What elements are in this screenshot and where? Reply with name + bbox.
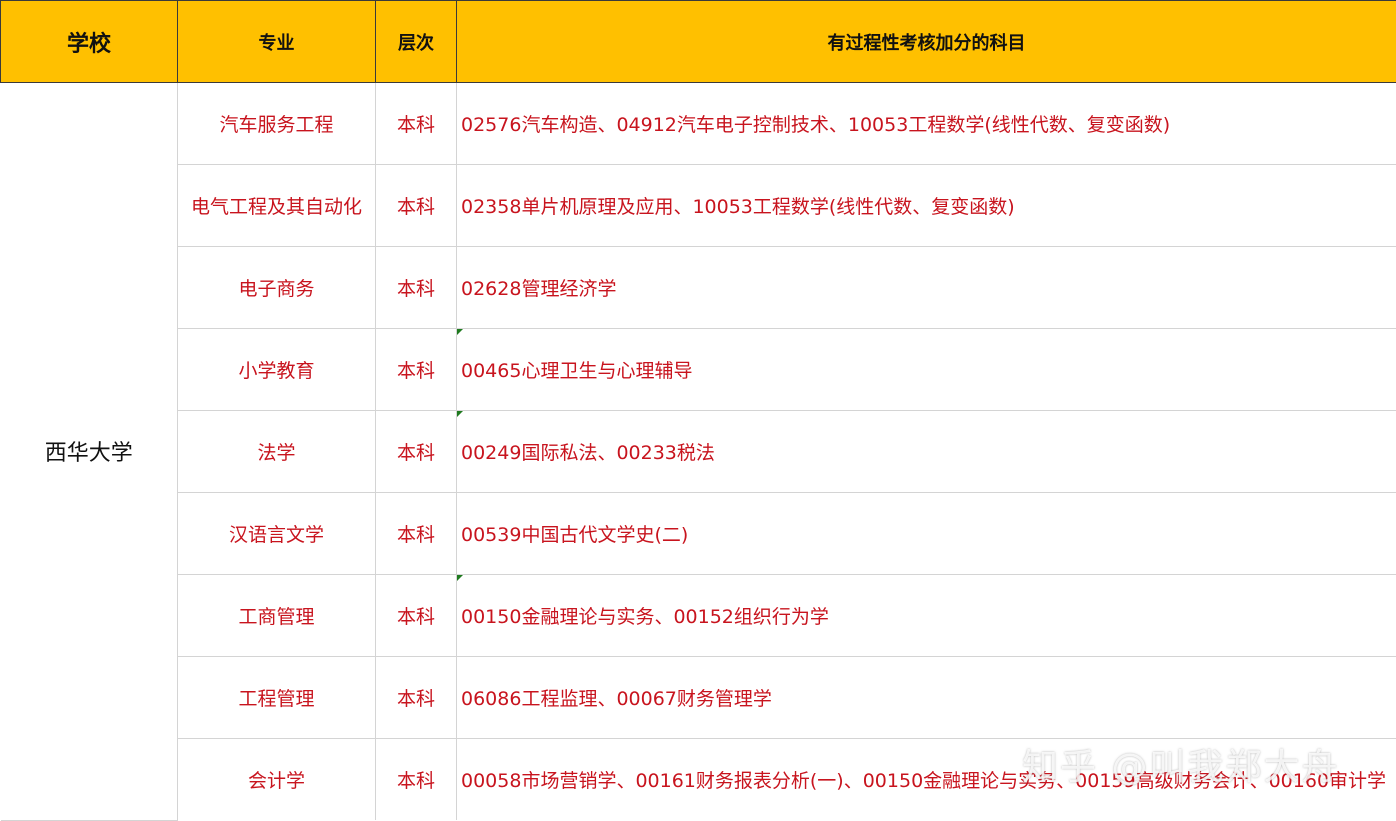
comment-marker-icon: [457, 575, 463, 581]
subjects-cell: 00150金融理论与实务、00152组织行为学: [456, 574, 1396, 657]
comment-marker-icon: [457, 411, 463, 417]
table-row: 法学 本科 00249国际私法、00233税法: [1, 410, 1396, 493]
table-row: 汉语言文学 本科 00539中国古代文学史(二): [1, 492, 1396, 575]
table-row: 电气工程及其自动化 本科 02358单片机原理及应用、10053工程数学(线性代…: [1, 164, 1396, 247]
subjects-cell: 00058市场营销学、00161财务报表分析(一)、00150金融理论与实务、0…: [456, 738, 1396, 820]
major-cell: 汽车服务工程: [177, 82, 376, 165]
header-subjects: 有过程性考核加分的科目: [456, 0, 1396, 83]
subjects-cell: 06086工程监理、00067财务管理学: [456, 656, 1396, 739]
subjects-cell: 02576汽车构造、04912汽车电子控制技术、10053工程数学(线性代数、复…: [456, 82, 1396, 165]
header-school: 学校: [0, 0, 178, 83]
level-cell: 本科: [375, 82, 457, 165]
level-cell: 本科: [375, 656, 457, 739]
table-row: 电子商务 本科 02628管理经济学: [1, 246, 1396, 329]
level-cell: 本科: [375, 164, 457, 247]
major-cell: 汉语言文学: [177, 492, 376, 575]
subjects-cell: 00539中国古代文学史(二): [456, 492, 1396, 575]
table-row: 工商管理 本科 00150金融理论与实务、00152组织行为学: [1, 574, 1396, 657]
subjects-text: 00465心理卫生与心理辅导: [461, 360, 693, 382]
level-cell: 本科: [375, 410, 457, 493]
header-row: 学校 专业 层次 有过程性考核加分的科目: [0, 0, 1396, 83]
level-cell: 本科: [375, 492, 457, 575]
comment-marker-icon: [457, 329, 463, 335]
subjects-text: 00150金融理论与实务、00152组织行为学: [461, 606, 829, 628]
table-row: 西华大学 汽车服务工程 本科 02576汽车构造、04912汽车电子控制技术、1…: [0, 82, 1396, 821]
level-cell: 本科: [375, 574, 457, 657]
subjects-table: 学校 专业 层次 有过程性考核加分的科目 西华大学 汽车服务工程 本科 0257…: [0, 0, 1396, 821]
subjects-cell: 00249国际私法、00233税法: [456, 410, 1396, 493]
subjects-text: 00249国际私法、00233税法: [461, 442, 715, 464]
level-cell: 本科: [375, 738, 457, 820]
table-row: 小学教育 本科 00465心理卫生与心理辅导: [1, 328, 1396, 411]
level-cell: 本科: [375, 246, 457, 329]
major-cell: 工程管理: [177, 656, 376, 739]
major-cell: 电子商务: [177, 246, 376, 329]
major-cell: 小学教育: [177, 328, 376, 411]
header-level: 层次: [375, 0, 457, 83]
major-cell: 法学: [177, 410, 376, 493]
subjects-cell: 02358单片机原理及应用、10053工程数学(线性代数、复变函数): [456, 164, 1396, 247]
header-major: 专业: [177, 0, 376, 83]
major-cell: 电气工程及其自动化: [177, 164, 376, 247]
school-name-cell: 西华大学: [0, 82, 178, 821]
subjects-cell: 02628管理经济学: [456, 246, 1396, 329]
table-row: 工程管理 本科 06086工程监理、00067财务管理学: [1, 656, 1396, 739]
major-cell: 会计学: [177, 738, 376, 820]
major-cell: 工商管理: [177, 574, 376, 657]
subjects-cell: 00465心理卫生与心理辅导: [456, 328, 1396, 411]
level-cell: 本科: [375, 328, 457, 411]
table-row: 会计学 本科 00058市场营销学、00161财务报表分析(一)、00150金融…: [1, 738, 1396, 820]
